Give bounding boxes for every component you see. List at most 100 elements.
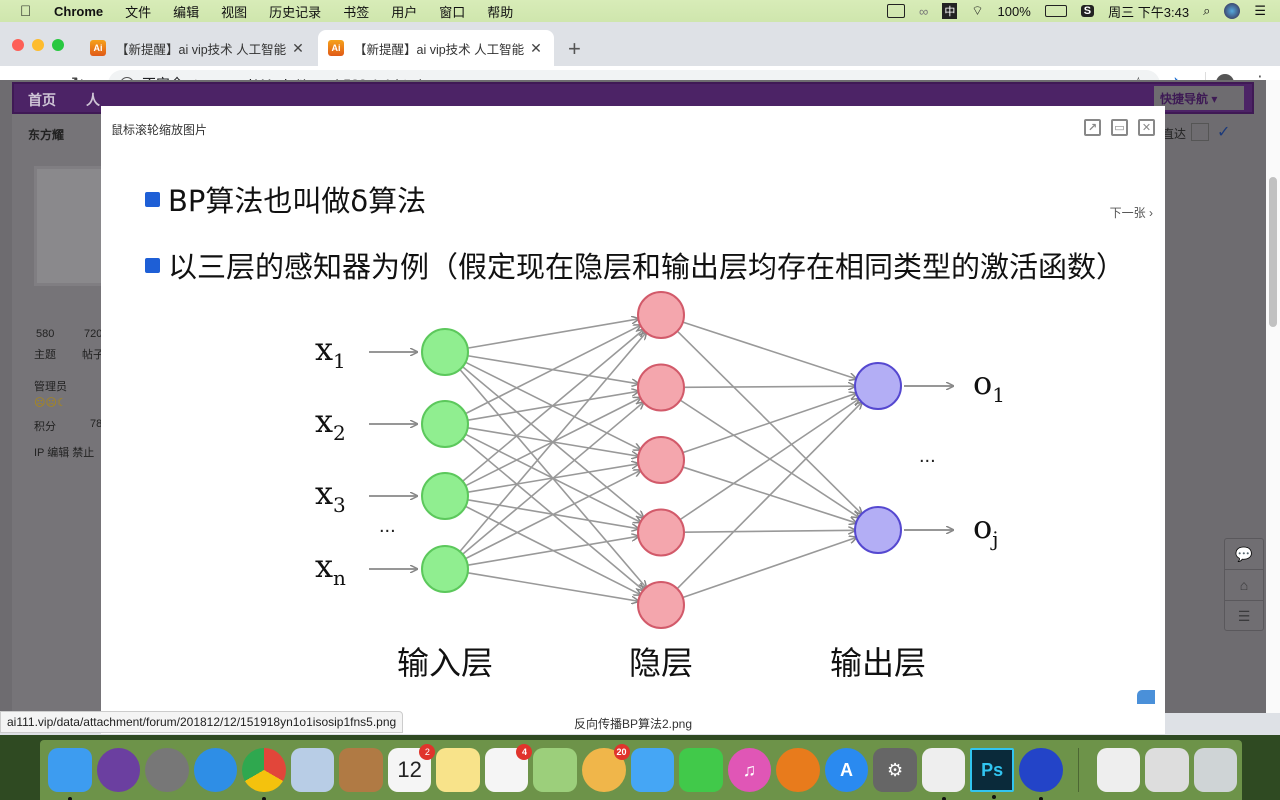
dock-notes-icon[interactable]: [436, 748, 480, 792]
dock-screen-recorder-icon[interactable]: [1018, 748, 1063, 800]
apple-icon[interactable]: : [20, 3, 36, 20]
username[interactable]: 东方耀: [28, 126, 64, 143]
input-subscript: 2: [333, 421, 346, 445]
wifi-icon[interactable]: ⌔: [971, 3, 983, 19]
clock[interactable]: 周三 下午3:43: [1108, 2, 1189, 21]
new-tab-button[interactable]: +: [568, 36, 581, 62]
notification-badge: 4: [516, 744, 533, 760]
back-to-top-button[interactable]: ⌂: [1225, 570, 1263, 601]
input-neuron: [421, 400, 469, 448]
edge-hidden-output: [682, 321, 856, 379]
output-neuron: [854, 506, 902, 554]
dock-photos-icon[interactable]: 20: [582, 744, 630, 792]
dock-itunes-icon[interactable]: ♫: [727, 748, 772, 792]
tab-favicon: Ai: [90, 40, 106, 56]
dock-textedit-icon[interactable]: [921, 748, 966, 800]
dock-ibooks-icon[interactable]: [776, 748, 820, 792]
zoom-window-button[interactable]: [52, 39, 64, 51]
menu-file[interactable]: 文件: [125, 2, 151, 21]
input-method-icon[interactable]: 中: [942, 3, 958, 19]
output-ellipsis: ...: [919, 445, 936, 467]
close-tab-icon[interactable]: ✕: [288, 40, 308, 57]
edge-hidden-output: [682, 538, 857, 599]
close-tab-icon[interactable]: ✕: [526, 40, 546, 57]
search-direct-label[interactable]: 直达: [1162, 125, 1186, 142]
nav-home[interactable]: 首页: [28, 90, 56, 110]
input-ellipsis: ...: [379, 515, 396, 537]
dock-trash[interactable]: [1193, 748, 1238, 792]
dock-reminders-icon[interactable]: 4: [484, 744, 533, 792]
battery-icon[interactable]: [1044, 5, 1067, 17]
dock-calendar-icon[interactable]: 12 2: [387, 744, 436, 792]
dock-facetime-icon[interactable]: [679, 748, 723, 792]
points-label: 积分: [34, 421, 56, 433]
input-subscript: 3: [333, 493, 346, 517]
close-window-button[interactable]: [12, 39, 24, 51]
edge-hidden-output: [676, 402, 862, 590]
admin-links[interactable]: IP 编辑 禁止: [34, 444, 94, 460]
running-indicator: [992, 795, 997, 799]
input-label: x1: [315, 330, 346, 373]
dock-contacts-icon[interactable]: [339, 748, 383, 792]
menu-edit[interactable]: 编辑: [173, 2, 199, 21]
menu-window[interactable]: 窗口: [439, 2, 465, 21]
input-label: x2: [315, 402, 346, 445]
nav-item[interactable]: 人: [86, 90, 100, 110]
dock-system-preferences-icon[interactable]: ⚙: [873, 748, 917, 792]
level-icons: ☹☹☾: [34, 397, 67, 409]
list-button[interactable]: ☰: [1225, 601, 1263, 632]
dock-launchpad-icon[interactable]: [145, 748, 189, 792]
output-label: oj: [973, 508, 998, 551]
spotlight-search-icon[interactable]: ⌕: [1203, 3, 1210, 19]
menu-history[interactable]: 历史记录: [269, 2, 321, 21]
hidden-neuron: [637, 508, 685, 557]
output-label: o1: [973, 364, 1005, 407]
facetime-camera-icon[interactable]: [887, 4, 906, 18]
hidden-neuron: [637, 291, 685, 339]
dock-separator: [1077, 748, 1079, 792]
dock-maps-icon[interactable]: [533, 748, 578, 792]
quick-nav-dropdown[interactable]: 快捷导航 ▾: [1154, 86, 1244, 110]
layer-label: 输入层: [397, 644, 493, 682]
input-label: x3: [315, 474, 346, 517]
creative-cloud-icon[interactable]: ∞: [919, 4, 928, 19]
output-subscript: 1: [992, 383, 1005, 407]
input-neuron: [421, 545, 469, 593]
dock-safari-icon[interactable]: [193, 748, 238, 792]
tab-title: 【新提醒】ai vip技术 人工智能 |: [354, 42, 526, 57]
stat-topics-value: 580: [36, 328, 55, 340]
menu-bookmarks[interactable]: 书签: [343, 2, 369, 21]
search-direct-checkbox[interactable]: [1191, 123, 1209, 141]
notification-center-icon[interactable]: ☰: [1254, 3, 1266, 19]
hidden-neuron: [637, 436, 685, 484]
dock-chrome-icon[interactable]: [242, 748, 286, 800]
comment-button[interactable]: 💬: [1225, 539, 1263, 570]
dock-messages-icon[interactable]: [630, 748, 675, 792]
scrollbar-thumb[interactable]: [1269, 177, 1277, 327]
siri-icon[interactable]: [1224, 3, 1241, 19]
tab-1[interactable]: Ai 【新提醒】ai vip技术 人工智能 | ✕: [80, 30, 316, 66]
dock-photoshop-icon[interactable]: Ps: [970, 748, 1014, 799]
menu-help[interactable]: 帮助: [487, 2, 513, 21]
minimize-window-button[interactable]: [32, 39, 44, 51]
menu-people[interactable]: 用户: [391, 2, 417, 21]
edge-input-hidden: [467, 319, 639, 349]
dock-app-store-icon[interactable]: A: [824, 748, 869, 792]
dock-ps-document-stack[interactable]: [1145, 748, 1189, 792]
search-tool-icon[interactable]: ✓: [1217, 122, 1230, 142]
layer-label: 输出层: [830, 644, 926, 682]
menu-view[interactable]: 视图: [221, 2, 247, 21]
tab-2[interactable]: Ai 【新提醒】ai vip技术 人工智能 | ✕: [318, 30, 554, 66]
page-scrollbar[interactable]: [1266, 80, 1280, 713]
dock-mail-icon[interactable]: [290, 748, 335, 792]
dock-siri-icon[interactable]: [96, 748, 141, 792]
menu-app-name[interactable]: Chrome: [54, 4, 103, 19]
notification-badge: 2: [419, 744, 436, 760]
window-controls: [12, 39, 64, 51]
image-viewer-dialog: 鼠标滚轮缩放图片 ↗ ▭ ✕ 下一张 › BP算法也叫做δ算法 以三层的感知器为…: [101, 106, 1165, 734]
back-to-top-icon: ⌂: [1239, 577, 1249, 593]
output-neuron: [854, 362, 902, 410]
sogou-icon[interactable]: S: [1080, 5, 1095, 17]
dock-downloads-stack[interactable]: [1096, 748, 1141, 792]
dock-finder-icon[interactable]: [48, 748, 92, 800]
